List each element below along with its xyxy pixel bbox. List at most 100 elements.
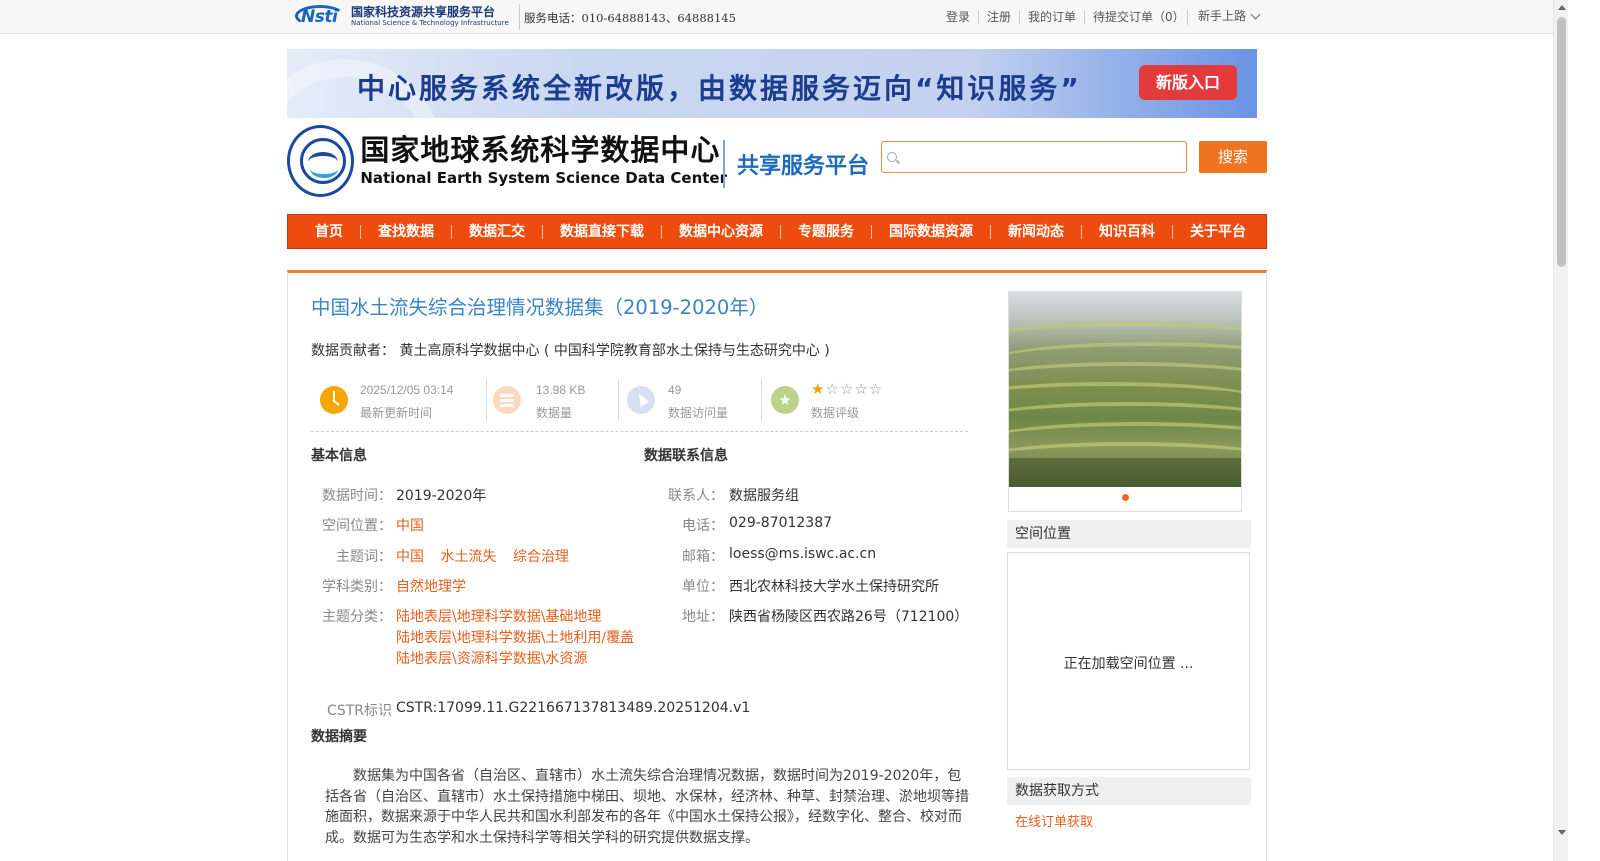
divider [1187,9,1188,25]
nav-about[interactable]: 关于平台 [1173,225,1263,239]
banner-text: 中心服务系统全新改版，由数据服务迈向“知识服务” [357,72,1082,105]
new-version-button[interactable]: 新版入口 [1139,65,1237,100]
new-version-banner[interactable]: 中心服务系统全新改版，由数据服务迈向“知识服务” 新版入口 [287,49,1257,118]
nav-home[interactable]: 首页 [298,224,361,239]
keyword-link[interactable]: 中国 [396,549,424,565]
org-name-cn: 国家地球系统科学数据中心 [360,133,721,168]
globe-logo-icon [287,125,355,197]
keywords-label: 主题词： [336,549,392,565]
abstract-text: 数据集为中国各省（自治区、直辖市）水土流失综合治理情况数据，数据时间为2019-… [325,768,969,846]
newbie-dropdown[interactable]: 新手上路 [1198,7,1261,24]
stat-updated: 2025/12/05 03:14 最新更新时间 [311,376,487,424]
map-loading-text: 正在加载空间位置 ... [1063,656,1194,672]
newbie-label: 新手上路 [1198,9,1247,23]
spatial-location-map[interactable]: 正在加载空间位置 ... [1007,552,1250,770]
cstr-label: CSTR标识 [327,703,392,719]
contact-phone-value: 029-87012387 [729,515,833,531]
loess-plateau-terraces-image [1009,292,1241,487]
contact-info-heading: 数据联系信息 [644,448,728,464]
category-link[interactable]: 陆地表层\地理科学数据\土地利用/覆盖 [396,627,634,647]
top-links: 登录 注册 我的订单 待提交订单（0） [938,10,1193,24]
stat-visits-value: 49 [668,383,682,397]
space-label: 空间位置： [322,518,392,534]
nav-topic-services[interactable]: 专题服务 [781,224,872,239]
stat-updated-value: 2025/12/05 03:14 [360,383,454,397]
star-empty-icon: ☆ [868,380,884,398]
basic-info-heading: 基本信息 [311,448,367,464]
layers-icon [493,386,521,414]
category-label: 主题分类： [322,609,392,625]
contact-unit-value: 西北农林科技大学水土保持研究所 [729,579,939,595]
cstr-value: CSTR:17099.11.G221667137813489.20251204.… [396,700,751,716]
stat-size-label: 数据量 [536,406,573,420]
data-time-label: 数据时间： [322,488,392,504]
space-link[interactable]: 中国 [396,515,424,535]
contact-email-value: loess@ms.iswc.ac.cn [729,546,877,562]
contributor: 数据贡献者： 黄土高原科学数据中心 ( 中国科学院教育部水土保持与生态研究中心 … [311,340,830,360]
scroll-down-arrow-icon[interactable] [1558,830,1566,835]
category-link[interactable]: 陆地表层\资源科学数据\水资源 [396,648,587,668]
nsti-logo[interactable]: Nsti 国家科技资源共享服务平台 National Science & Tec… [295,2,517,30]
online-order-link[interactable]: 在线订单获取 [1015,811,1093,830]
keyword-link[interactable]: 综合治理 [513,549,569,565]
stat-visits: 49 数据访问量 [619,376,762,424]
contact-address-value: 陕西省杨陵区西农路26号（712100） [729,609,969,625]
discipline-link[interactable]: 自然地理学 [396,576,466,596]
nsti-logo-mark: Nsti [295,3,347,29]
star-empty-icon: ☆ [825,380,840,398]
nav-direct-download[interactable]: 数据直接下载 [543,224,662,239]
nav-news[interactable]: 新闻动态 [991,224,1082,239]
contributor-value: 黄土高原科学数据中心 ( 中国科学院教育部水土保持与生态研究中心 ) [399,343,830,359]
stat-size: 13.98 KB 数据量 [487,376,619,424]
top-bar: Nsti 国家科技资源共享服务平台 National Science & Tec… [0,0,1553,34]
divider [519,4,520,30]
data-access-heading: 数据获取方式 [1007,777,1251,805]
scroll-up-arrow-icon[interactable] [1558,5,1566,10]
contact-person-label: 联系人： [668,488,724,504]
scroll-thumb[interactable] [1557,17,1566,267]
rating-stars: ★☆☆☆☆ [811,380,883,398]
chevron-down-icon [1250,9,1261,19]
data-time-value: 2019-2020年 [396,488,487,504]
cursor-icon [627,386,655,414]
category-link[interactable]: 陆地表层\地理科学数据\基础地理 [396,606,601,626]
data-center-logo[interactable]: 国家地球系统科学数据中心 National Earth System Scien… [287,124,727,198]
discipline-label: 学科类别： [322,579,392,595]
star-filled-icon: ★ [811,380,826,398]
contributor-label: 数据贡献者： [311,343,395,359]
nav-knowledge[interactable]: 知识百科 [1082,224,1173,239]
nav-international-resources[interactable]: 国际数据资源 [872,224,991,239]
dataset-stats: 2025/12/05 03:14 最新更新时间 13.98 KB 数据量 49 … [311,376,968,432]
star-empty-icon: ☆ [854,380,869,398]
search-input[interactable] [904,144,1184,170]
clock-icon [320,386,348,414]
page-scrollbar[interactable] [1553,0,1568,861]
contact-email-label: 邮箱： [682,549,724,565]
abstract-heading: 数据摘要 [311,729,367,745]
nav-data-submission[interactable]: 数据汇交 [452,224,543,239]
search-icon [887,152,897,162]
dataset-image-carousel[interactable] [1008,291,1242,512]
my-orders-link[interactable]: 我的订单 [1020,10,1086,24]
pending-orders-link[interactable]: 待提交订单（0） [1085,10,1193,24]
divider [723,140,725,188]
org-name-en: National Earth System Science Data Cente… [360,168,727,187]
dataset-title: 中国水土流失综合治理情况数据集（2019-2020年） [311,296,769,319]
spatial-location-heading: 空间位置 [1007,520,1251,548]
nav-find-data[interactable]: 查找数据 [361,224,452,239]
nav-center-resources[interactable]: 数据中心资源 [662,224,781,239]
register-link[interactable]: 注册 [979,10,1021,24]
keyword-link[interactable]: 水土流失 [440,549,496,565]
search-button[interactable]: 搜索 [1199,141,1267,173]
contact-unit-label: 单位： [682,579,724,595]
stat-rating-label: 数据评级 [811,406,860,420]
star-empty-icon: ☆ [839,380,855,398]
star-badge-icon: ★ [771,386,799,414]
keywords-list: 中国 水土流失 综合治理 [396,546,581,566]
login-link[interactable]: 登录 [938,10,980,24]
platform-name: 共享服务平台 [737,154,870,179]
search-box [881,141,1187,173]
carousel-dot[interactable] [1122,494,1129,501]
contact-address-label: 地址： [682,609,724,625]
stat-updated-label: 最新更新时间 [360,406,433,420]
